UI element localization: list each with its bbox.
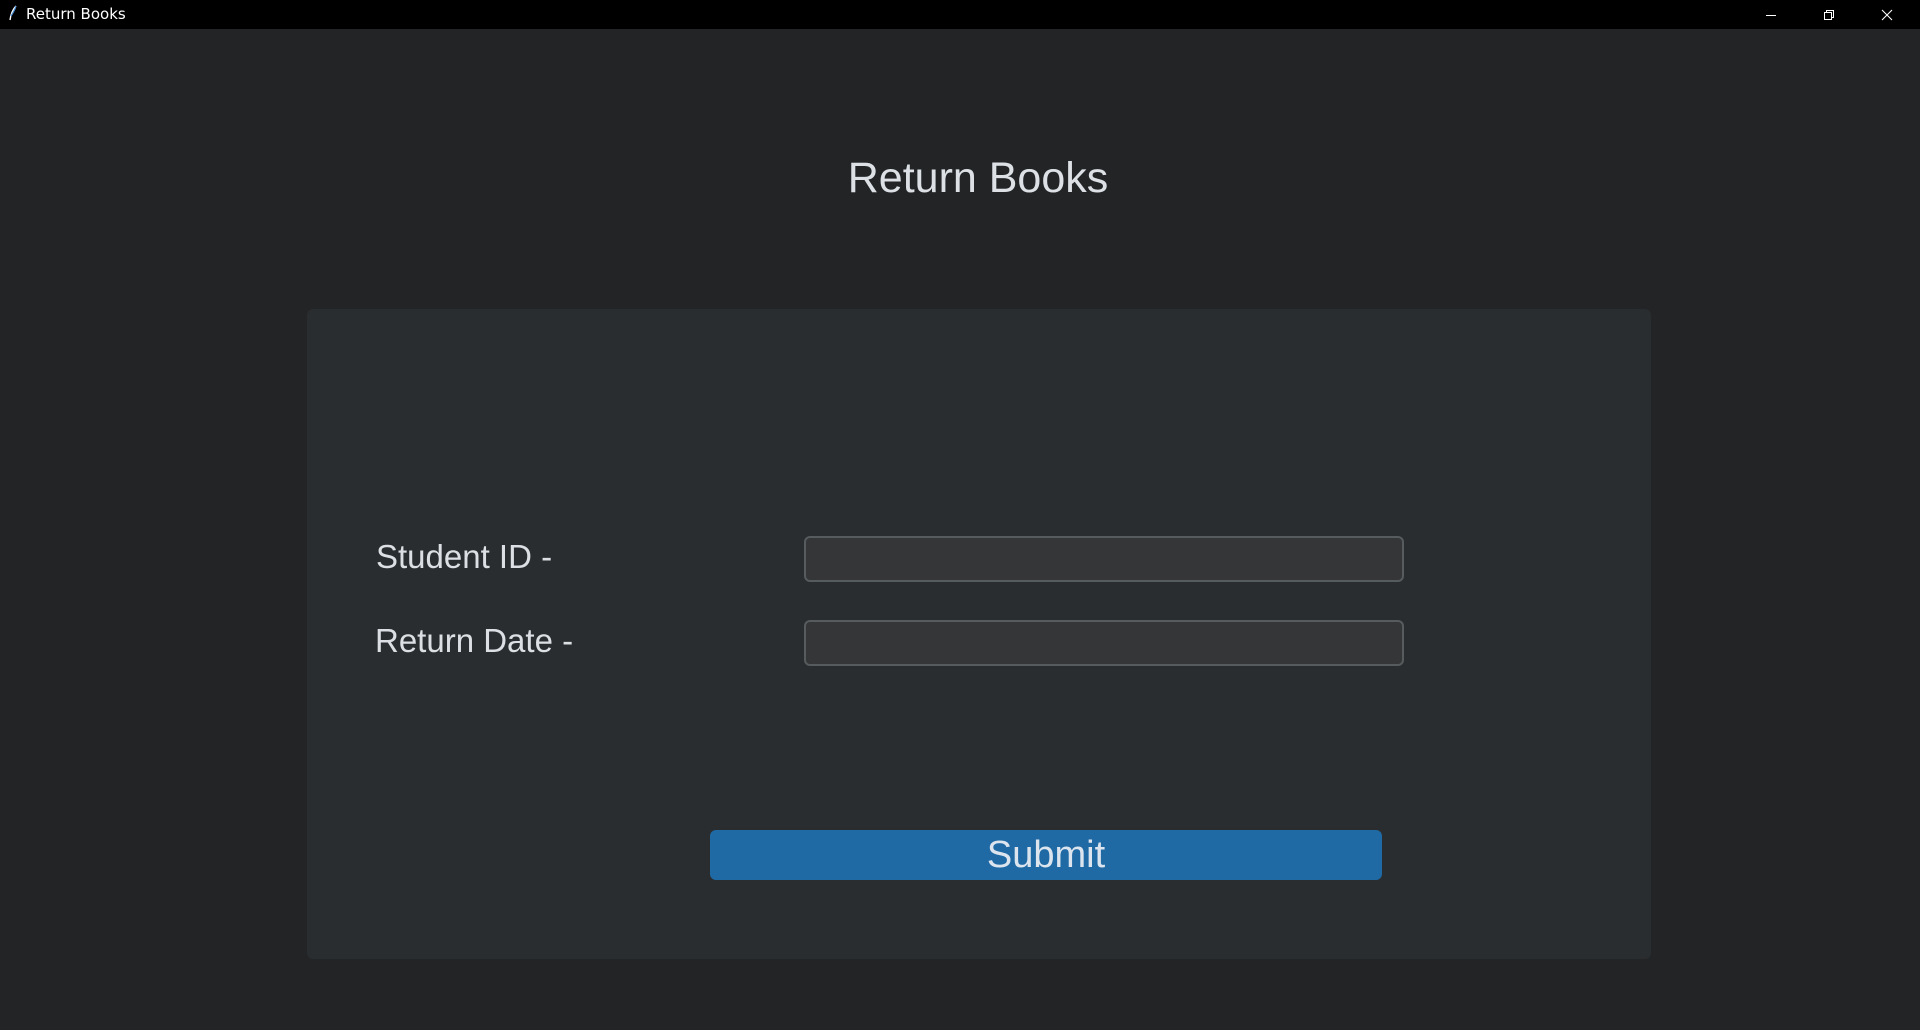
student-id-field[interactable] bbox=[804, 536, 1404, 582]
return-date-label: Return Date - bbox=[375, 622, 574, 659]
return-date-field[interactable] bbox=[804, 620, 1404, 666]
close-button[interactable] bbox=[1858, 0, 1916, 29]
student-id-label: Student ID - bbox=[376, 538, 553, 575]
feather-icon bbox=[8, 5, 18, 22]
minimize-button[interactable] bbox=[1742, 0, 1800, 29]
close-icon bbox=[1881, 9, 1893, 21]
minimize-icon bbox=[1765, 9, 1777, 21]
submit-button[interactable]: Submit bbox=[710, 830, 1382, 880]
window-titlebar: Return Books bbox=[0, 0, 1920, 29]
page-title: Return Books bbox=[847, 154, 1109, 202]
restore-icon bbox=[1823, 9, 1835, 21]
restore-button[interactable] bbox=[1800, 0, 1858, 29]
window-title: Return Books bbox=[26, 5, 126, 23]
